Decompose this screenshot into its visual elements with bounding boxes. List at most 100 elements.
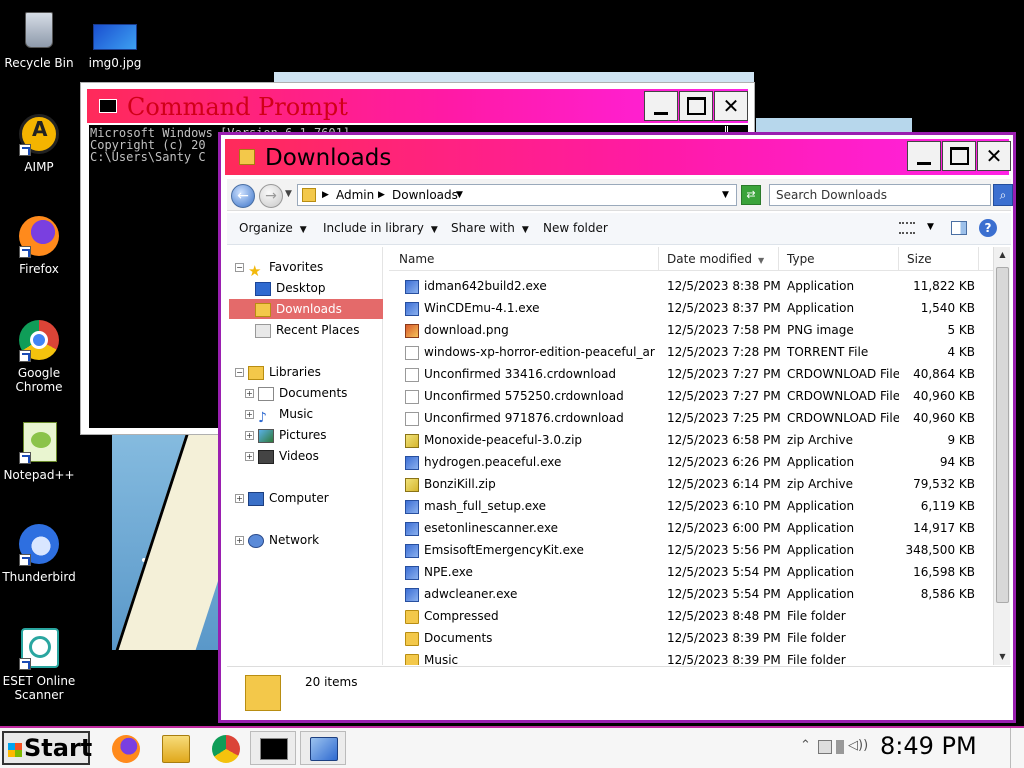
file-row[interactable]: Unconfirmed 971876.crdownload 12/5/2023 7… [389, 407, 993, 429]
history-dropdown[interactable]: ▼ [285, 189, 292, 199]
taskbar-command-prompt[interactable] [250, 731, 296, 765]
file-row[interactable]: NPE.exe 12/5/2023 5:54 PM Application 16,59… [389, 561, 993, 583]
file-row[interactable]: WinCDEmu-4.1.exe 12/5/2023 8:37 PM Applica… [389, 297, 993, 319]
expand-icon[interactable]: + [235, 494, 244, 503]
include-in-library-button[interactable]: Include in library ▼ [323, 221, 438, 235]
nav-recent-places[interactable]: Recent Places [255, 320, 359, 340]
view-options-icon[interactable] [899, 222, 915, 234]
file-row[interactable]: EmsisoftEmergencyKit.exe 12/5/2023 5:56 P… [389, 539, 993, 561]
cmd-title-bar[interactable]: Command Prompt ✕ [87, 89, 748, 123]
collapse-icon[interactable]: − [235, 263, 244, 272]
scroll-down-icon[interactable]: ▼ [994, 649, 1011, 665]
column-name[interactable]: Name [389, 247, 659, 271]
file-row[interactable]: download.png 12/5/2023 7:58 PM PNG image 5 … [389, 319, 993, 341]
scroll-thumb[interactable] [996, 267, 1009, 603]
network-tray-icon[interactable] [818, 740, 832, 754]
scroll-up-icon[interactable]: ▲ [994, 247, 1011, 263]
eset-icon [17, 626, 61, 670]
explorer-maximize-button[interactable] [942, 141, 976, 171]
file-row[interactable]: mash_full_setup.exe 12/5/2023 6:10 PM Appl… [389, 495, 993, 517]
breadcrumb-admin[interactable]: Admin [336, 185, 374, 205]
search-button[interactable]: ⌕ [993, 184, 1013, 206]
share-with-button[interactable]: Share with ▼ [451, 221, 529, 235]
desktop-icon-firefox[interactable]: Firefox [0, 214, 78, 276]
file-row[interactable]: Documents 12/5/2023 8:39 PM File folder [389, 627, 993, 649]
desktop-icon-aimp[interactable]: A AIMP [0, 112, 78, 174]
column-date-modified[interactable]: Date modified ▼ [659, 247, 779, 271]
address-history-dropdown-icon[interactable]: ▼ [722, 185, 729, 205]
show-hidden-icons-icon[interactable]: ⌃ [800, 738, 811, 753]
nav-music[interactable]: + ♪ Music [245, 404, 313, 426]
desktop-icon-notepadpp[interactable]: Notepad++ [0, 420, 78, 482]
file-row[interactable]: Music 12/5/2023 8:39 PM File folder [389, 649, 993, 665]
clock[interactable]: 8:49 PM [880, 732, 977, 760]
expand-icon[interactable]: + [245, 452, 254, 461]
desktop-icon-eset[interactable]: ESET Online Scanner [0, 626, 78, 702]
explorer-title-bar[interactable]: Downloads ✕ [225, 139, 1011, 175]
nav-desktop[interactable]: Desktop [255, 278, 326, 298]
file-row[interactable]: Compressed 12/5/2023 8:48 PM File folder [389, 605, 993, 627]
explorer-close-button[interactable]: ✕ [977, 141, 1011, 171]
cmd-icon [99, 99, 117, 113]
expand-icon[interactable]: + [235, 536, 244, 545]
nav-documents[interactable]: + Documents [245, 383, 347, 403]
column-size[interactable]: Size [899, 247, 979, 271]
breadcrumb-dropdown-icon[interactable]: ▼ [456, 185, 463, 205]
organize-button[interactable]: Organize ▼ [239, 221, 307, 235]
refresh-button[interactable]: ⇄ [741, 185, 761, 205]
cmd-maximize-button[interactable] [679, 91, 713, 121]
help-icon[interactable]: ? [979, 219, 997, 237]
taskbar-explorer[interactable] [152, 731, 198, 765]
explorer-minimize-button[interactable] [907, 141, 941, 171]
preview-pane-icon[interactable] [951, 221, 967, 235]
column-type[interactable]: Type [779, 247, 899, 271]
nav-computer[interactable]: + Computer [235, 488, 329, 508]
file-size: 6,119 KB [920, 499, 975, 513]
nav-videos[interactable]: + Videos [245, 446, 319, 466]
back-button[interactable]: ← [231, 184, 255, 208]
file-date: 12/5/2023 6:26 PM [667, 455, 781, 469]
nav-pictures[interactable]: + Pictures [245, 425, 327, 445]
taskbar-firefox[interactable] [102, 731, 148, 765]
file-row[interactable]: idman642build2.exe 12/5/2023 8:38 PM Appli… [389, 275, 993, 297]
app-file-icon [405, 499, 419, 514]
file-row[interactable]: esetonlinescanner.exe 12/5/2023 6:00 PM Ap… [389, 517, 993, 539]
file-row[interactable]: Unconfirmed 33416.crdownload 12/5/2023 7:… [389, 363, 993, 385]
new-folder-button[interactable]: New folder [543, 221, 608, 235]
volume-icon[interactable]: ◁)) [848, 738, 868, 753]
file-row[interactable]: Monoxide-peaceful-3.0.zip 12/5/2023 6:58 … [389, 429, 993, 451]
expand-icon[interactable]: + [245, 389, 254, 398]
address-box[interactable]: ▶ Admin ▶ Downloads ▼ ▼ [297, 184, 737, 206]
desktop-icon-chrome[interactable]: Google Chrome [0, 318, 78, 394]
file-row[interactable]: BonziKill.zip 12/5/2023 6:14 PM zip Archiv… [389, 473, 993, 495]
action-center-icon[interactable] [836, 740, 844, 754]
forward-button[interactable]: → [259, 184, 283, 208]
expand-icon[interactable]: + [245, 431, 254, 440]
breadcrumb-downloads[interactable]: Downloads [392, 185, 458, 205]
nav-favorites[interactable]: − ★ Favorites [235, 257, 323, 280]
file-row[interactable]: windows-xp-horror-edition-peaceful_arc..… [389, 341, 993, 363]
view-dropdown-icon[interactable]: ▼ [927, 222, 934, 232]
file-row[interactable]: hydrogen.peaceful.exe 12/5/2023 6:26 PM Ap… [389, 451, 993, 473]
file-row[interactable]: adwcleaner.exe 12/5/2023 5:54 PM Applicati… [389, 583, 993, 605]
explorer-window[interactable]: Downloads ✕ ← → ▼ ▶ Admin ▶ Downloads ▼ [218, 132, 1016, 723]
file-name-cell: Documents [405, 627, 655, 649]
expand-icon[interactable]: + [245, 410, 254, 419]
zip-file-icon [405, 433, 419, 448]
nav-downloads[interactable]: Downloads [229, 299, 383, 319]
desktop-icon-img0[interactable]: img0.jpg [76, 22, 154, 70]
desktop-icon-thunderbird[interactable]: Thunderbird [0, 522, 78, 584]
vertical-scrollbar[interactable]: ▲ ▼ [993, 247, 1010, 665]
nav-network[interactable]: + Network [235, 530, 319, 550]
cmd-close-button[interactable]: ✕ [714, 91, 748, 121]
taskbar-chrome[interactable] [202, 731, 248, 765]
file-row[interactable]: Unconfirmed 575250.crdownload 12/5/2023 7… [389, 385, 993, 407]
desktop-icon-recycle-bin[interactable]: Recycle Bin [0, 8, 78, 70]
start-button[interactable]: Start [2, 731, 92, 765]
taskbar-control-panel[interactable] [300, 731, 346, 765]
collapse-icon[interactable]: − [235, 368, 244, 377]
search-input[interactable]: Search Downloads [769, 184, 991, 206]
show-desktop-button[interactable] [1010, 728, 1022, 768]
cmd-minimize-button[interactable] [644, 91, 678, 121]
nav-libraries[interactable]: − Libraries [235, 362, 321, 382]
